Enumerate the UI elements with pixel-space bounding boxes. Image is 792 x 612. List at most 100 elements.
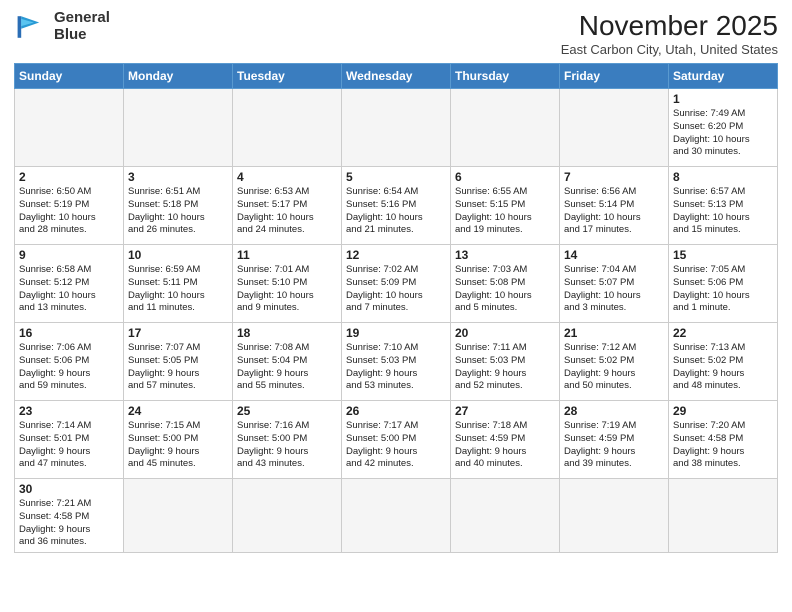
day-number: 2 <box>19 170 119 184</box>
table-row: 2 Sunrise: 6:50 AM Sunset: 5:19 PM Daylig… <box>15 167 124 245</box>
day-info: Sunrise: 7:01 AM Sunset: 5:10 PM Dayligh… <box>237 264 337 315</box>
day-info: Sunrise: 7:03 AM Sunset: 5:08 PM Dayligh… <box>455 264 555 315</box>
day-info: Sunrise: 6:55 AM Sunset: 5:15 PM Dayligh… <box>455 186 555 237</box>
day-info: Sunrise: 7:20 AM Sunset: 4:58 PM Dayligh… <box>673 420 773 471</box>
day-number: 15 <box>673 248 773 262</box>
day-number: 8 <box>673 170 773 184</box>
table-row <box>560 89 669 167</box>
day-info: Sunrise: 7:16 AM Sunset: 5:00 PM Dayligh… <box>237 420 337 471</box>
header-friday: Friday <box>560 64 669 89</box>
day-number: 4 <box>237 170 337 184</box>
table-row: 19 Sunrise: 7:10 AM Sunset: 5:03 PM Dayli… <box>342 323 451 401</box>
day-info: Sunrise: 7:04 AM Sunset: 5:07 PM Dayligh… <box>564 264 664 315</box>
day-number: 27 <box>455 404 555 418</box>
day-number: 26 <box>346 404 446 418</box>
title-area: November 2025 East Carbon City, Utah, Un… <box>561 10 778 57</box>
header-tuesday: Tuesday <box>233 64 342 89</box>
table-row: 23 Sunrise: 7:14 AM Sunset: 5:01 PM Dayli… <box>15 401 124 479</box>
table-row: 25 Sunrise: 7:16 AM Sunset: 5:00 PM Dayli… <box>233 401 342 479</box>
logo: General Blue <box>14 10 110 43</box>
table-row <box>233 479 342 553</box>
day-number: 23 <box>19 404 119 418</box>
day-number: 30 <box>19 482 119 496</box>
table-row <box>15 89 124 167</box>
day-info: Sunrise: 7:06 AM Sunset: 5:06 PM Dayligh… <box>19 342 119 393</box>
location-title: East Carbon City, Utah, United States <box>561 42 778 57</box>
day-info: Sunrise: 7:14 AM Sunset: 5:01 PM Dayligh… <box>19 420 119 471</box>
day-number: 14 <box>564 248 664 262</box>
table-row: 18 Sunrise: 7:08 AM Sunset: 5:04 PM Dayli… <box>233 323 342 401</box>
table-row <box>342 89 451 167</box>
table-row <box>451 89 560 167</box>
day-number: 21 <box>564 326 664 340</box>
day-number: 6 <box>455 170 555 184</box>
month-title: November 2025 <box>561 10 778 42</box>
day-number: 12 <box>346 248 446 262</box>
day-number: 7 <box>564 170 664 184</box>
calendar-header-row: Sunday Monday Tuesday Wednesday Thursday… <box>15 64 778 89</box>
day-number: 24 <box>128 404 228 418</box>
day-info: Sunrise: 7:05 AM Sunset: 5:06 PM Dayligh… <box>673 264 773 315</box>
table-row: 7 Sunrise: 6:56 AM Sunset: 5:14 PM Daylig… <box>560 167 669 245</box>
day-info: Sunrise: 6:50 AM Sunset: 5:19 PM Dayligh… <box>19 186 119 237</box>
day-info: Sunrise: 7:11 AM Sunset: 5:03 PM Dayligh… <box>455 342 555 393</box>
table-row <box>233 89 342 167</box>
day-number: 10 <box>128 248 228 262</box>
table-row <box>124 89 233 167</box>
day-number: 18 <box>237 326 337 340</box>
table-row: 3 Sunrise: 6:51 AM Sunset: 5:18 PM Daylig… <box>124 167 233 245</box>
table-row: 11Sunrise: 7:01 AM Sunset: 5:10 PM Dayli… <box>233 245 342 323</box>
day-number: 16 <box>19 326 119 340</box>
day-info: Sunrise: 7:13 AM Sunset: 5:02 PM Dayligh… <box>673 342 773 393</box>
day-info: Sunrise: 6:57 AM Sunset: 5:13 PM Dayligh… <box>673 186 773 237</box>
day-number: 3 <box>128 170 228 184</box>
table-row: 16 Sunrise: 7:06 AM Sunset: 5:06 PM Dayli… <box>15 323 124 401</box>
table-row: 29 Sunrise: 7:20 AM Sunset: 4:58 PM Dayli… <box>669 401 778 479</box>
table-row: 20Sunrise: 7:11 AM Sunset: 5:03 PM Dayli… <box>451 323 560 401</box>
day-info: Sunrise: 7:19 AM Sunset: 4:59 PM Dayligh… <box>564 420 664 471</box>
table-row: 15 Sunrise: 7:05 AM Sunset: 5:06 PM Dayli… <box>669 245 778 323</box>
day-info: Sunrise: 7:07 AM Sunset: 5:05 PM Dayligh… <box>128 342 228 393</box>
table-row: 6 Sunrise: 6:55 AM Sunset: 5:15 PM Daylig… <box>451 167 560 245</box>
day-number: 25 <box>237 404 337 418</box>
table-row: 24 Sunrise: 7:15 AM Sunset: 5:00 PM Dayli… <box>124 401 233 479</box>
day-info: Sunrise: 6:56 AM Sunset: 5:14 PM Dayligh… <box>564 186 664 237</box>
day-number: 29 <box>673 404 773 418</box>
header-thursday: Thursday <box>451 64 560 89</box>
table-row: 30 Sunrise: 7:21 AM Sunset: 4:58 PM Dayli… <box>15 479 124 553</box>
logo-line2: Blue <box>54 26 87 43</box>
day-info: Sunrise: 7:12 AM Sunset: 5:02 PM Dayligh… <box>564 342 664 393</box>
table-row: 9Sunrise: 6:58 AM Sunset: 5:12 PM Daylig… <box>15 245 124 323</box>
day-info: Sunrise: 6:58 AM Sunset: 5:12 PM Dayligh… <box>19 264 119 315</box>
day-info: Sunrise: 6:54 AM Sunset: 5:16 PM Dayligh… <box>346 186 446 237</box>
table-row <box>342 479 451 553</box>
day-number: 19 <box>346 326 446 340</box>
logo-text: General Blue <box>54 10 110 43</box>
day-info: Sunrise: 7:08 AM Sunset: 5:04 PM Dayligh… <box>237 342 337 393</box>
table-row: 10Sunrise: 6:59 AM Sunset: 5:11 PM Dayli… <box>124 245 233 323</box>
table-row: 5Sunrise: 6:54 AM Sunset: 5:16 PM Daylig… <box>342 167 451 245</box>
day-info: Sunrise: 7:18 AM Sunset: 4:59 PM Dayligh… <box>455 420 555 471</box>
header: General Blue November 2025 East Carbon C… <box>14 10 778 57</box>
table-row: 8 Sunrise: 6:57 AM Sunset: 5:13 PM Daylig… <box>669 167 778 245</box>
table-row <box>124 479 233 553</box>
day-info: Sunrise: 7:21 AM Sunset: 4:58 PM Dayligh… <box>19 498 119 549</box>
day-number: 22 <box>673 326 773 340</box>
day-info: Sunrise: 7:15 AM Sunset: 5:00 PM Dayligh… <box>128 420 228 471</box>
table-row: 13Sunrise: 7:03 AM Sunset: 5:08 PM Dayli… <box>451 245 560 323</box>
day-info: Sunrise: 7:49 AM Sunset: 6:20 PM Dayligh… <box>673 108 773 159</box>
day-info: Sunrise: 7:17 AM Sunset: 5:00 PM Dayligh… <box>346 420 446 471</box>
table-row: 1 Sunrise: 7:49 AM Sunset: 6:20 PM Daylig… <box>669 89 778 167</box>
generalblue-logo-icon <box>14 12 50 42</box>
table-row: 28Sunrise: 7:19 AM Sunset: 4:59 PM Dayli… <box>560 401 669 479</box>
page: General Blue November 2025 East Carbon C… <box>0 0 792 612</box>
table-row: 12 Sunrise: 7:02 AM Sunset: 5:09 PM Dayli… <box>342 245 451 323</box>
day-info: Sunrise: 7:02 AM Sunset: 5:09 PM Dayligh… <box>346 264 446 315</box>
table-row: 4Sunrise: 6:53 AM Sunset: 5:17 PM Daylig… <box>233 167 342 245</box>
table-row: 27 Sunrise: 7:18 AM Sunset: 4:59 PM Dayli… <box>451 401 560 479</box>
day-info: Sunrise: 7:10 AM Sunset: 5:03 PM Dayligh… <box>346 342 446 393</box>
logo-line1: General <box>54 9 110 26</box>
day-info: Sunrise: 6:51 AM Sunset: 5:18 PM Dayligh… <box>128 186 228 237</box>
table-row: 17Sunrise: 7:07 AM Sunset: 5:05 PM Dayli… <box>124 323 233 401</box>
day-number: 1 <box>673 92 773 106</box>
